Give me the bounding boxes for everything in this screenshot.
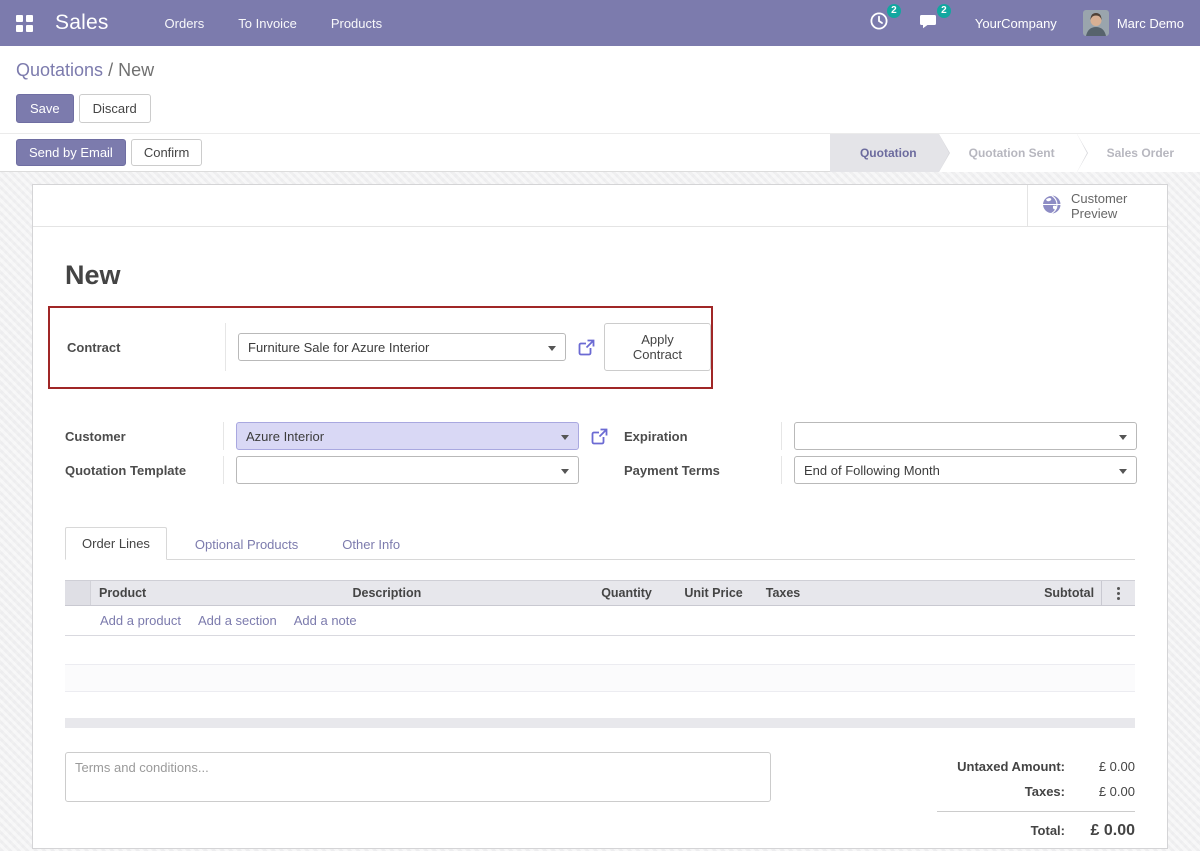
- add-a-section-link[interactable]: Add a section: [198, 613, 277, 628]
- chevron-down-icon: [1119, 469, 1127, 474]
- customer-preview-button[interactable]: Customer Preview: [1027, 185, 1167, 226]
- table-add-row: Add a product Add a section Add a note: [65, 606, 1135, 636]
- company-switcher[interactable]: YourCompany: [975, 16, 1057, 31]
- expiration-select[interactable]: [794, 422, 1137, 450]
- taxes-value: £ 0.00: [1098, 784, 1135, 799]
- tab-other-info[interactable]: Other Info: [326, 529, 416, 560]
- activities-button[interactable]: 2: [869, 3, 901, 36]
- stage-quotation[interactable]: Quotation: [829, 133, 950, 172]
- customer-value: Azure Interior: [246, 428, 325, 444]
- app-name[interactable]: Sales: [55, 11, 109, 35]
- customer-preview-label: Customer Preview: [1071, 190, 1128, 221]
- totals-block: Untaxed Amount: £ 0.00 Taxes: £ 0.00 Tot…: [937, 752, 1135, 850]
- stage-sales-order[interactable]: Sales Order: [1076, 133, 1200, 172]
- total-label: Total:: [1030, 823, 1065, 838]
- order-lines-table: Product Description Quantity Unit Price …: [65, 580, 1135, 728]
- chevron-down-icon: [547, 346, 556, 351]
- payment-terms-label: Payment Terms: [624, 462, 720, 478]
- quotation-template-label: Quotation Template: [65, 462, 187, 478]
- table-header-row: Product Description Quantity Unit Price …: [65, 580, 1135, 606]
- contract-external-link-icon[interactable]: [578, 339, 595, 356]
- column-quantity[interactable]: Quantity: [569, 586, 659, 600]
- user-avatar[interactable]: [1082, 10, 1109, 36]
- menu-products[interactable]: Products: [331, 16, 382, 31]
- totals-divider: [937, 811, 1135, 812]
- contract-value: Furniture Sale for Azure Interior: [248, 339, 430, 355]
- nav-menus: Orders To Invoice Products: [165, 16, 383, 31]
- empty-table-row: [65, 664, 1135, 692]
- activities-badge: 2: [886, 3, 901, 18]
- column-unit-price[interactable]: Unit Price: [659, 586, 750, 600]
- chevron-down-icon: [561, 435, 569, 440]
- form-view-background: Customer Preview New Contract Furniture …: [0, 172, 1200, 851]
- breadcrumb-quotations-link[interactable]: Quotations: [16, 60, 103, 80]
- apply-contract-button[interactable]: Apply Contract: [603, 323, 711, 371]
- top-navbar: Sales Orders To Invoice Products 2 2 You…: [0, 0, 1200, 46]
- optional-columns-toggle[interactable]: [1101, 581, 1135, 605]
- form-sheet: Customer Preview New Contract Furniture …: [32, 184, 1168, 849]
- expiration-label: Expiration: [624, 428, 688, 444]
- chat-bubble-icon: [919, 11, 939, 36]
- messages-button[interactable]: 2: [919, 3, 951, 36]
- fields-group: Customer Azure Interior Quotation Templa…: [65, 422, 1137, 490]
- column-description[interactable]: Description: [344, 586, 569, 600]
- apps-grid-icon[interactable]: [16, 14, 33, 32]
- empty-table-row: [65, 636, 1135, 664]
- taxes-label: Taxes:: [1024, 784, 1065, 799]
- stage-quotation-sent[interactable]: Quotation Sent: [938, 133, 1088, 172]
- contract-select[interactable]: Furniture Sale for Azure Interior: [238, 333, 566, 361]
- globe-icon: [1037, 194, 1062, 218]
- quotation-template-select[interactable]: [236, 456, 579, 484]
- menu-to-invoice[interactable]: To Invoice: [238, 16, 297, 31]
- table-footer-bar: [65, 718, 1135, 728]
- control-panel: Quotations / New Save Discard: [0, 46, 1200, 133]
- customer-external-link-icon[interactable]: [591, 428, 608, 445]
- column-product[interactable]: Product: [91, 586, 345, 600]
- column-subtotal[interactable]: Subtotal: [1033, 586, 1101, 600]
- chevron-down-icon: [1119, 435, 1127, 440]
- drag-handle-column: [65, 581, 91, 605]
- tab-optional-products[interactable]: Optional Products: [179, 529, 314, 560]
- untaxed-amount-label: Untaxed Amount:: [957, 759, 1065, 774]
- user-menu[interactable]: Marc Demo: [1117, 16, 1184, 31]
- kebab-menu-icon: [1117, 586, 1121, 600]
- total-value: £ 0.00: [1090, 822, 1135, 839]
- menu-orders[interactable]: Orders: [165, 16, 205, 31]
- empty-table-row: [65, 692, 1135, 717]
- discard-button[interactable]: Discard: [78, 94, 151, 123]
- customer-select[interactable]: Azure Interior: [236, 422, 579, 450]
- activity-clock-icon: [869, 11, 889, 36]
- save-button[interactable]: Save: [16, 94, 74, 123]
- payment-terms-select[interactable]: End of Following Month: [794, 456, 1137, 484]
- untaxed-amount-value: £ 0.00: [1098, 759, 1135, 774]
- breadcrumb-separator: /: [103, 60, 119, 80]
- customer-label: Customer: [65, 428, 126, 444]
- add-a-note-link[interactable]: Add a note: [294, 613, 357, 628]
- contract-highlight-box: Contract Furniture Sale for Azure Interi…: [48, 306, 713, 389]
- notebook-tabs: Order Lines Optional Products Other Info: [65, 527, 1135, 560]
- messages-badge: 2: [936, 3, 951, 18]
- stage-pipeline: Quotation Quotation Sent Sales Order: [829, 133, 1200, 172]
- tab-order-lines[interactable]: Order Lines: [65, 527, 167, 560]
- contract-label: Contract: [67, 339, 121, 355]
- breadcrumb-current: New: [118, 60, 155, 80]
- payment-terms-value: End of Following Month: [804, 462, 940, 478]
- statusbar: Send by Email Confirm Quotation Quotatio…: [0, 133, 1200, 172]
- add-a-product-link[interactable]: Add a product: [100, 613, 181, 628]
- column-taxes[interactable]: Taxes: [750, 586, 1033, 600]
- chevron-down-icon: [561, 469, 569, 474]
- send-by-email-button[interactable]: Send by Email: [16, 139, 126, 166]
- button-box: Customer Preview: [33, 185, 1167, 227]
- confirm-button[interactable]: Confirm: [130, 139, 203, 166]
- terms-and-conditions-input[interactable]: [65, 752, 771, 802]
- breadcrumb: Quotations / New: [16, 60, 1184, 81]
- record-title: New: [65, 260, 121, 290]
